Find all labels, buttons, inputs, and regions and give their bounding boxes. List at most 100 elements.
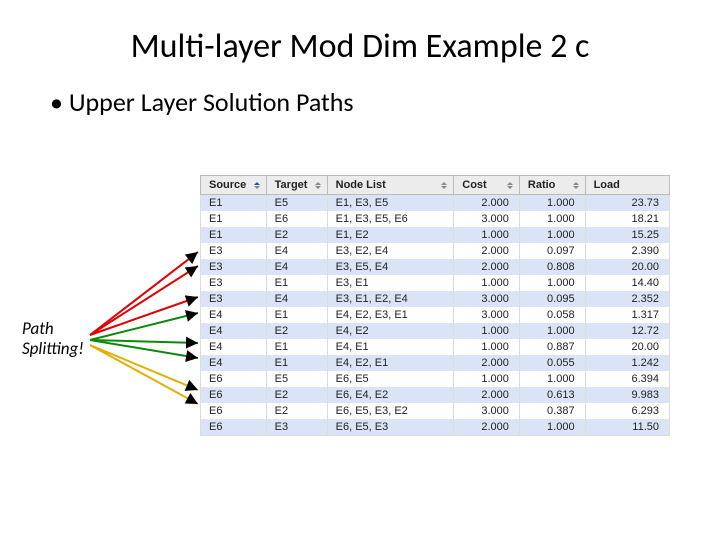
column-header[interactable]: Cost [454,176,520,195]
table-row[interactable]: E1E5E1, E3, E52.0001.00023.73 [201,195,670,212]
table-row[interactable]: E6E2E6, E4, E22.0000.6139.983 [201,387,670,403]
table-row[interactable]: E3E1E3, E11.0001.00014.40 [201,275,670,291]
cell-load: 12.72 [585,323,669,339]
table-row[interactable]: E4E1E4, E2, E3, E13.0000.0581.317 [201,307,670,323]
cell-nodelist: E6, E5 [327,371,454,387]
cell-source: E3 [201,259,267,275]
cell-cost: 2.000 [454,243,520,259]
table-row[interactable]: E1E6E1, E3, E5, E63.0001.00018.21 [201,211,670,227]
cell-cost: 1.000 [454,371,520,387]
cell-cost: 2.000 [454,259,520,275]
cell-source: E1 [201,195,267,212]
cell-load: 20.00 [585,339,669,355]
cell-ratio: 0.887 [519,339,585,355]
column-label: Target [275,179,308,191]
cell-target: E1 [266,355,327,371]
bullet-item: • Upper Layer Solution Paths [50,86,354,118]
cell-source: E6 [201,419,267,436]
annotation-line1: Path [22,319,84,339]
cell-source: E4 [201,339,267,355]
table-row[interactable]: E4E1E4, E11.0000.88720.00 [201,339,670,355]
cell-ratio: 0.808 [519,259,585,275]
cell-cost: 1.000 [454,339,520,355]
bullet-marker: • [50,86,69,118]
cell-load: 1.242 [585,355,669,371]
cell-source: E1 [201,211,267,227]
table-row[interactable]: E3E4E3, E5, E42.0000.80820.00 [201,259,670,275]
cell-target: E1 [266,339,327,355]
cell-cost: 3.000 [454,291,520,307]
cell-ratio: 1.000 [519,195,585,212]
cell-ratio: 0.613 [519,387,585,403]
cell-target: E6 [266,211,327,227]
cell-target: E4 [266,243,327,259]
table-row[interactable]: E3E4E3, E1, E2, E43.0000.0952.352 [201,291,670,307]
table-row[interactable]: E6E5E6, E51.0001.0006.394 [201,371,670,387]
cell-load: 1.317 [585,307,669,323]
cell-load: 18.21 [585,211,669,227]
annotation-label: Path Splitting! [22,319,84,358]
table-row[interactable]: E1E2E1, E21.0001.00015.25 [201,227,670,243]
table-body: E1E5E1, E3, E52.0001.00023.73E1E6E1, E3,… [201,195,670,436]
cell-nodelist: E4, E1 [327,339,454,355]
table-row[interactable]: E3E4E3, E2, E42.0000.0972.390 [201,243,670,259]
bullet-text: Upper Layer Solution Paths [69,86,354,118]
column-label: Node List [336,179,386,191]
cell-nodelist: E6, E4, E2 [327,387,454,403]
cell-cost: 3.000 [454,211,520,227]
column-header[interactable]: Target [266,176,327,195]
cell-source: E4 [201,355,267,371]
table-row[interactable]: E6E2E6, E5, E3, E23.0000.3876.293 [201,403,670,419]
table-row[interactable]: E4E2E4, E21.0001.00012.72 [201,323,670,339]
cell-nodelist: E1, E3, E5, E6 [327,211,454,227]
sort-icon[interactable] [573,182,579,189]
cell-load: 23.73 [585,195,669,212]
column-header[interactable]: Load [585,176,669,195]
cell-cost: 2.000 [454,355,520,371]
cell-ratio: 0.387 [519,403,585,419]
cell-nodelist: E1, E3, E5 [327,195,454,212]
cell-cost: 2.000 [454,387,520,403]
cell-cost: 2.000 [454,195,520,212]
cell-ratio: 0.095 [519,291,585,307]
cell-cost: 1.000 [454,275,520,291]
sort-icon[interactable] [441,182,447,189]
sort-icon[interactable] [507,182,513,189]
cell-source: E1 [201,227,267,243]
cell-source: E6 [201,387,267,403]
cell-ratio: 1.000 [519,227,585,243]
cell-load: 2.352 [585,291,669,307]
cell-ratio: 1.000 [519,211,585,227]
cell-load: 6.394 [585,371,669,387]
cell-ratio: 0.055 [519,355,585,371]
table-row[interactable]: E6E3E6, E5, E32.0001.00011.50 [201,419,670,436]
cell-ratio: 1.000 [519,371,585,387]
cell-nodelist: E3, E5, E4 [327,259,454,275]
cell-target: E2 [266,387,327,403]
sort-icon[interactable] [254,182,260,189]
cell-nodelist: E3, E1, E2, E4 [327,291,454,307]
cell-cost: 2.000 [454,419,520,436]
solution-paths-table: Source Target Node List CostRatioLoad E1E5E… [200,175,670,436]
cell-cost: 1.000 [454,323,520,339]
cell-ratio: 1.000 [519,419,585,436]
cell-cost: 3.000 [454,307,520,323]
cell-nodelist: E1, E2 [327,227,454,243]
cell-source: E3 [201,243,267,259]
cell-load: 14.40 [585,275,669,291]
cell-target: E1 [266,275,327,291]
cell-ratio: 0.058 [519,307,585,323]
column-header[interactable]: Ratio [519,176,585,195]
sort-icon[interactable] [315,182,321,189]
cell-source: E3 [201,275,267,291]
cell-target: E2 [266,227,327,243]
column-header[interactable]: Node List [327,176,454,195]
cell-target: E3 [266,419,327,436]
table-row[interactable]: E4E1E4, E2, E12.0000.0551.242 [201,355,670,371]
cell-load: 15.25 [585,227,669,243]
column-header[interactable]: Source [201,176,267,195]
column-label: Source [209,179,246,191]
cell-load: 2.390 [585,243,669,259]
cell-source: E6 [201,403,267,419]
annotation-line2: Splitting! [22,339,84,359]
